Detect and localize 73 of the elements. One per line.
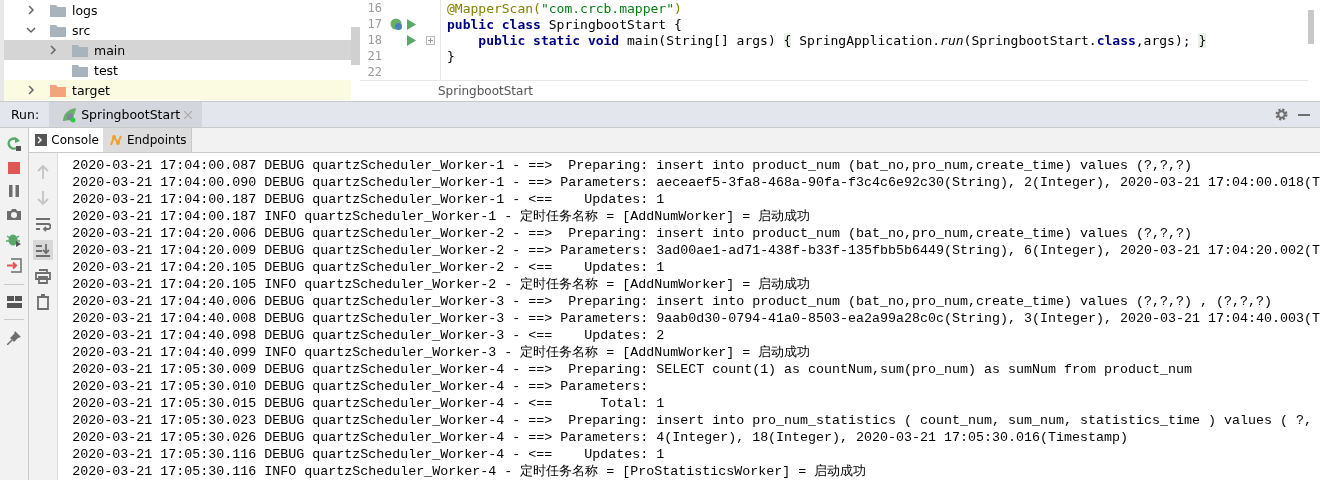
tree-item-label: logs	[72, 2, 98, 18]
log-line: 2020-03-21 17:05:30.009 DEBUG quartzScheduler_Worker-4 - ==> Preparing: SELECT count(1) as countNum,sum(pro_num) as sumNum from product_num	[72, 361, 1194, 378]
tree-item[interactable]: target	[4, 80, 351, 100]
log-line: 2020-03-21 17:04:20.105 DEBUG quartzScheduler_Worker-2 - <== Updates: 1	[72, 259, 666, 276]
console-tab[interactable]: Endpoints	[102, 128, 192, 152]
line-number: 16	[366, 1, 383, 15]
log-line: 2020-03-21 17:05:30.116 DEBUG quartzScheduler_Worker-4 - <== Updates: 1	[72, 446, 666, 463]
code-line: @MapperScan("com.crcb.mapper")	[447, 0, 682, 16]
settings-icon[interactable]	[1275, 108, 1288, 121]
chevron-right-icon[interactable]	[26, 85, 36, 95]
fold-icon[interactable]	[426, 35, 435, 45]
log-line: 2020-03-21 17:04:00.187 DEBUG quartzScheduler_Worker-1 - <== Updates: 1	[72, 191, 666, 208]
folder-icon	[50, 83, 66, 97]
log-line: 2020-03-21 17:04:40.098 DEBUG quartzScheduler_Worker-3 - <== Updates: 2	[72, 327, 666, 344]
line-number: 21	[366, 49, 383, 63]
folder-icon	[50, 23, 66, 37]
log-line: 2020-03-21 17:04:20.009 DEBUG quartzScheduler_Worker-2 - ==> Parameters: 3ad00ae1-ad71-438f-b33f-135fbb5b6449(String), 6(Integer), 2020-03-21 17:04:20.002(T	[72, 242, 1320, 259]
chevron-right-icon[interactable]	[26, 5, 36, 15]
log-line: 2020-03-21 17:05:30.015 DEBUG quartzScheduler_Worker-4 - <== Total: 1	[72, 395, 666, 412]
pin-icon[interactable]	[7, 331, 22, 345]
minimize-icon[interactable]	[1298, 113, 1310, 116]
exit-icon[interactable]	[6, 258, 22, 273]
log-line: 2020-03-21 17:04:00.090 DEBUG quartzScheduler_Worker-1 - ==> Parameters: aeceaef5-3fa8-468a-90fa-f3c4c6e92c30(String), 2(Integer), 2020-03-21 17:04:00.018(T	[72, 174, 1320, 191]
console-tab[interactable]: Console	[29, 128, 103, 152]
camera-icon[interactable]	[7, 208, 22, 220]
log-line: 2020-03-21 17:04:00.187 INFO quartzScheduler_Worker-1 - 定时任务名称 = [AddNumWorker] = 启动成功	[72, 208, 812, 225]
code-editor[interactable]: 16 @MapperScan("com.crcb.mapper") 17 public class SpringbootStart { 18 public static void main(String[] args) { SpringApplication.run(SpringbootStart.class,args); } 21 } 22 SpringbootStart	[360, 0, 1308, 101]
spring-icon	[61, 106, 78, 123]
print-icon[interactable]	[33, 266, 54, 286]
tree-item-label: target	[72, 82, 110, 98]
log-line: 2020-03-21 17:04:20.006 DEBUG quartzScheduler_Worker-2 - ==> Preparing: insert into product_num (bat_no,pro_num,create_time) values (?,?,?)	[72, 225, 1194, 242]
log-line: 2020-03-21 17:05:30.010 DEBUG quartzScheduler_Worker-4 - ==> Parameters:	[72, 378, 650, 395]
scrollbar[interactable]	[1308, 10, 1314, 44]
run-label: Run:	[10, 107, 40, 122]
folder-icon	[50, 3, 66, 17]
console-icon	[35, 134, 48, 146]
log-line: 2020-03-21 17:04:40.099 INFO quartzScheduler_Worker-3 - 定时任务名称 = [AddNumWorker] = 启动成功	[72, 344, 812, 361]
code-line: }	[447, 48, 455, 64]
tree-item-label: test	[94, 62, 118, 78]
stop-icon[interactable]	[8, 162, 21, 174]
line-number: 17	[366, 17, 383, 31]
layout-icon[interactable]	[6, 296, 22, 308]
rerun-icon[interactable]	[6, 135, 23, 151]
endpoints-icon	[108, 133, 123, 147]
breadcrumb[interactable]: SpringbootStart	[438, 84, 534, 98]
log-line: 2020-03-21 17:04:40.006 DEBUG quartzScheduler_Worker-3 - ==> Preparing: insert into product_num (bat_no,pro_num,create_time) values (?,?,?) , (?,?,?)	[72, 293, 1273, 310]
chevron-down-icon[interactable]	[26, 25, 36, 35]
run-icon[interactable]	[407, 18, 416, 30]
log-line: 2020-03-21 17:05:30.116 INFO quartzScheduler_Worker-4 - 定时任务名称 = [ProStatisticsWorker] = 启动成功	[72, 463, 868, 480]
tree-item[interactable]: main	[4, 40, 351, 60]
line-number: 22	[366, 65, 383, 79]
run-icon[interactable]	[407, 34, 416, 46]
log-line: 2020-03-21 17:04:40.008 DEBUG quartzScheduler_Worker-3 - ==> Parameters: 9aab0d30-0794-41a0-8503-ea2a99a28c0c(String), 3(Integer), 2020-03-21 17:04:40.003(T	[72, 310, 1320, 327]
run-tab[interactable]: SpringbootStart	[49, 102, 203, 127]
folder-icon	[72, 63, 88, 77]
log-line: 2020-03-21 17:05:30.026 DEBUG quartzScheduler_Worker-4 - ==> Parameters: 4(Integer), 18(Integer), 2020-03-21 17:05:30.016(Timestamp)	[72, 429, 1130, 446]
tree-item[interactable]: src	[4, 20, 351, 40]
code-line: public static void main(String[] args) { SpringApplication.run(SpringbootStart.class,args); }	[477, 32, 1207, 48]
line-number: 18	[366, 33, 383, 47]
chevron-right-icon[interactable]	[48, 45, 58, 55]
log-line: 2020-03-21 17:04:20.105 INFO quartzScheduler_Worker-2 - 定时任务名称 = [AddNumWorker] = 启动成功	[72, 276, 812, 293]
log-line: 2020-03-21 17:05:30.023 DEBUG quartzScheduler_Worker-4 - ==> Preparing: insert into pro_num_statistics ( count_num, sum_num, statistics_time ) values ( ?,	[72, 412, 1313, 429]
code-line: public class SpringbootStart {	[447, 16, 682, 32]
pause-icon[interactable]	[9, 185, 20, 197]
scroll-end-icon[interactable]	[33, 240, 54, 260]
folder-icon	[72, 43, 88, 57]
log-line: 2020-03-21 17:04:00.087 DEBUG quartzScheduler_Worker-1 - ==> Preparing: insert into product_num (bat_no,pro_num,create_time) values (?,?,?)	[72, 157, 1194, 174]
tree-item-label: src	[72, 22, 91, 38]
scrollbar[interactable]	[351, 27, 360, 65]
tree-item[interactable]: logs	[4, 0, 351, 20]
tree-item[interactable]: test	[4, 60, 351, 80]
tree-item-label: main	[94, 42, 126, 58]
bean-icon[interactable]	[390, 17, 403, 31]
